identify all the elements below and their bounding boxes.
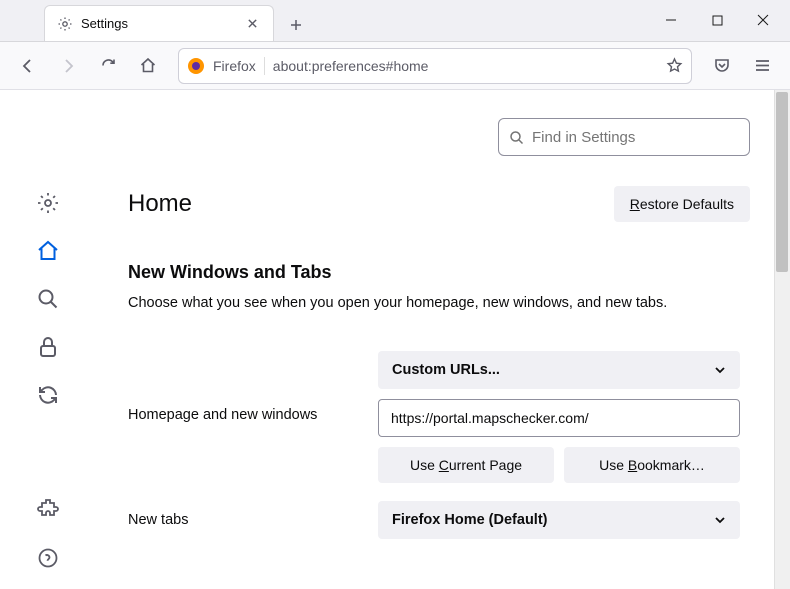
sidebar-item-search[interactable] bbox=[35, 286, 61, 312]
newtabs-label: New tabs bbox=[128, 512, 358, 528]
pocket-button[interactable] bbox=[704, 48, 740, 84]
url-bar[interactable]: Firefox about:preferences#home bbox=[178, 48, 692, 84]
gear-icon bbox=[57, 16, 73, 32]
back-button[interactable] bbox=[10, 48, 46, 84]
close-icon[interactable] bbox=[243, 15, 261, 33]
section-title: New Windows and Tabs bbox=[128, 262, 750, 283]
app-menu-button[interactable] bbox=[744, 48, 780, 84]
home-button[interactable] bbox=[130, 48, 166, 84]
window-titlebar: Settings bbox=[0, 0, 790, 42]
browser-tab[interactable]: Settings bbox=[44, 5, 274, 41]
bookmark-star-icon[interactable] bbox=[666, 57, 683, 74]
scrollbar-track[interactable] bbox=[774, 90, 790, 589]
section-description: Choose what you see when you open your h… bbox=[128, 293, 750, 315]
url-identity: Firefox bbox=[213, 58, 256, 74]
close-window-button[interactable] bbox=[740, 0, 786, 41]
page-title: Home bbox=[128, 190, 192, 218]
forward-button[interactable] bbox=[50, 48, 86, 84]
sidebar-item-help[interactable] bbox=[35, 545, 61, 571]
search-input[interactable] bbox=[532, 129, 739, 146]
window-controls bbox=[648, 0, 790, 41]
settings-search-box[interactable] bbox=[498, 118, 750, 156]
dropdown-value: Firefox Home (Default) bbox=[392, 512, 548, 528]
homepage-label: Homepage and new windows bbox=[128, 351, 358, 423]
minimize-button[interactable] bbox=[648, 0, 694, 41]
new-tab-button[interactable] bbox=[280, 9, 312, 41]
use-bookmark-button[interactable]: Use Bookmark… bbox=[564, 447, 740, 483]
maximize-button[interactable] bbox=[694, 0, 740, 41]
chevron-down-icon bbox=[714, 514, 726, 526]
separator bbox=[264, 57, 265, 75]
use-current-page-button[interactable]: Use Current Page bbox=[378, 447, 554, 483]
sidebar-item-general[interactable] bbox=[35, 190, 61, 216]
content-area: Home Restore Defaults New Windows and Ta… bbox=[0, 90, 790, 589]
dropdown-value: Custom URLs... bbox=[392, 362, 500, 378]
sidebar-item-home[interactable] bbox=[35, 238, 61, 264]
chevron-down-icon bbox=[714, 364, 726, 376]
search-icon bbox=[509, 130, 524, 145]
scrollbar-thumb[interactable] bbox=[776, 92, 788, 272]
homepage-url-input[interactable] bbox=[378, 399, 740, 437]
homepage-dropdown[interactable]: Custom URLs... bbox=[378, 351, 740, 389]
tab-title: Settings bbox=[81, 16, 235, 31]
settings-main: Home Restore Defaults New Windows and Ta… bbox=[96, 90, 790, 589]
settings-sidebar bbox=[0, 90, 96, 589]
restore-defaults-button[interactable]: Restore Defaults bbox=[614, 186, 750, 222]
nav-toolbar: Firefox about:preferences#home bbox=[0, 42, 790, 90]
sidebar-item-privacy[interactable] bbox=[35, 334, 61, 360]
sidebar-item-sync[interactable] bbox=[35, 382, 61, 408]
newtabs-dropdown[interactable]: Firefox Home (Default) bbox=[378, 501, 740, 539]
reload-button[interactable] bbox=[90, 48, 126, 84]
url-address: about:preferences#home bbox=[273, 58, 658, 74]
tab-strip: Settings bbox=[0, 5, 648, 41]
sidebar-item-extensions[interactable] bbox=[35, 495, 61, 521]
firefox-icon bbox=[187, 57, 205, 75]
